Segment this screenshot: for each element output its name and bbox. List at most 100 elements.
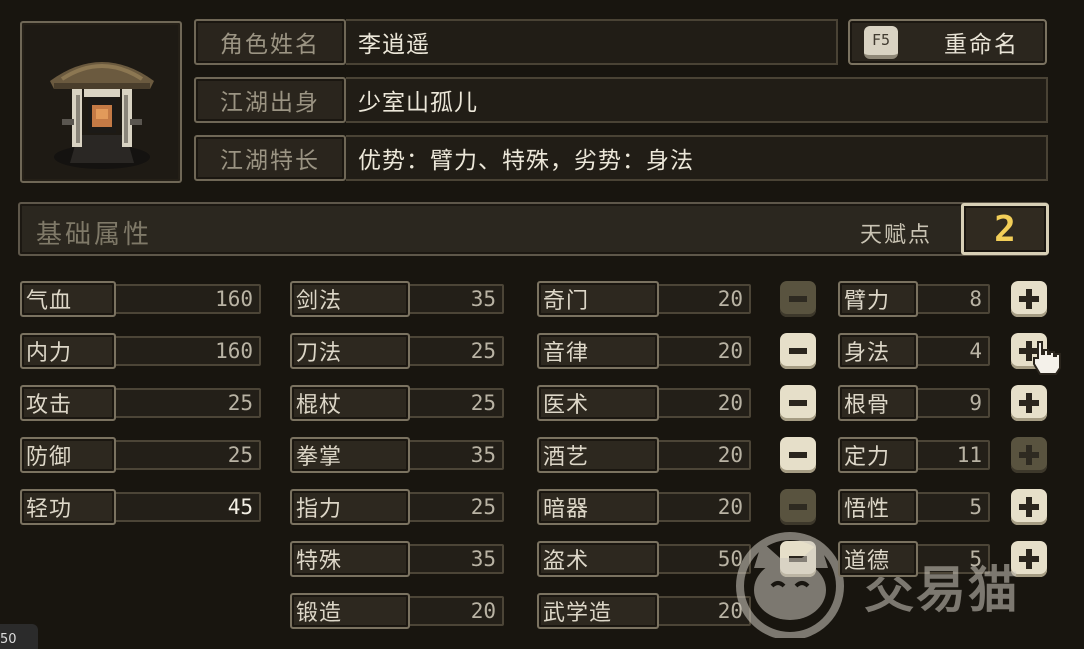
plus-icon [1019,289,1039,309]
stat-row: 盗术 50 [537,541,751,577]
stat-label: 锻造 [290,593,410,629]
decrease-talent-button[interactable] [780,333,816,369]
stat-value: 25 [112,388,261,418]
stat-label: 奇门 [537,281,659,317]
stat-value: 25 [406,388,504,418]
minus-icon [789,400,807,406]
stat-label: 医术 [537,385,659,421]
increase-talent-button[interactable] [1011,281,1047,317]
stat-value: 20 [655,440,751,470]
hand-cursor-icon [1033,341,1061,375]
minus-icon [789,296,807,302]
stat-value: 35 [406,284,504,314]
stat-value: 50 [655,544,751,574]
stat-value: 160 [112,284,261,314]
plus-icon [1019,497,1039,517]
stat-value: 20 [406,596,504,626]
talent-row: 身法 4 [838,333,990,369]
rename-button[interactable]: F5 重命名 [848,19,1047,65]
minus-icon [789,504,807,510]
decrease-talent-button[interactable] [780,541,816,577]
talent-label: 道德 [838,541,918,577]
minus-icon [789,348,807,354]
talent-value: 4 [914,336,990,366]
stat-label: 剑法 [290,281,410,317]
stat-label: 暗器 [537,489,659,525]
stat-label: 刀法 [290,333,410,369]
stat-row: 医术 20 [537,385,751,421]
decrease-talent-button[interactable] [780,437,816,473]
increase-talent-button[interactable] [1011,489,1047,525]
name-field[interactable]: 李逍遥 [346,19,838,65]
talent-value: 5 [914,492,990,522]
plus-icon [1019,445,1039,465]
stat-row: 刀法 25 [290,333,504,369]
stat-value: 20 [655,492,751,522]
stat-label: 音律 [537,333,659,369]
talent-row: 悟性 5 [838,489,990,525]
stat-row: 锻造 20 [290,593,504,629]
stat-value: 20 [655,388,751,418]
origin-label: 江湖出身 [194,77,346,123]
stat-value: 25 [406,336,504,366]
minus-icon [789,556,807,562]
talent-value: 11 [914,440,990,470]
talent-label: 臂力 [838,281,918,317]
stat-value: 20 [655,284,751,314]
straw-hat-swordsman-portrait-icon [50,62,154,169]
stat-label: 武学造 [537,593,659,629]
stat-label: 拳掌 [290,437,410,473]
stat-row: 防御 25 [20,437,261,473]
stat-row: 轻功 45 [20,489,261,525]
talent-value: 9 [914,388,990,418]
character-portrait-frame [20,21,182,183]
stat-value: 35 [406,544,504,574]
stat-row: 气血 160 [20,281,261,317]
stat-row: 攻击 25 [20,385,261,421]
increase-talent-button[interactable] [1011,541,1047,577]
traits-label: 江湖特长 [194,135,346,181]
stat-row: 武学造 20 [537,593,751,629]
name-label: 角色姓名 [194,19,346,65]
rename-label: 重命名 [944,32,1019,58]
stat-row: 棍杖 25 [290,385,504,421]
stat-value: 45 [112,492,261,522]
stat-row: 奇门 20 [537,281,751,317]
plus-icon [1019,393,1039,413]
base-attributes-header: 基础属性 天赋点 [18,202,1048,256]
decrease-talent-button[interactable] [780,489,816,525]
talent-value: 8 [914,284,990,314]
stat-row: 指力 25 [290,489,504,525]
stat-label: 气血 [20,281,116,317]
talent-row: 道德 5 [838,541,990,577]
stat-label: 攻击 [20,385,116,421]
stat-label: 内力 [20,333,116,369]
stat-value: 25 [112,440,261,470]
stat-row: 暗器 20 [537,489,751,525]
increase-talent-button[interactable] [1011,437,1047,473]
talent-label: 身法 [838,333,918,369]
increase-talent-button[interactable] [1011,385,1047,421]
talent-row: 根骨 9 [838,385,990,421]
talent-points-value: 2 [961,203,1049,255]
talent-points-label: 天赋点 [860,223,933,248]
stat-row: 酒艺 20 [537,437,751,473]
stat-row: 内力 160 [20,333,261,369]
stat-label: 轻功 [20,489,116,525]
talent-label: 悟性 [838,489,918,525]
stat-value: 20 [655,336,751,366]
stat-value: 25 [406,492,504,522]
stat-row: 剑法 35 [290,281,504,317]
stat-label: 酒艺 [537,437,659,473]
decrease-talent-button[interactable] [780,281,816,317]
stat-row: 拳掌 35 [290,437,504,473]
talent-value: 5 [914,544,990,574]
stat-label: 盗术 [537,541,659,577]
stat-value: 20 [655,596,751,626]
corner-tag: 50 [0,624,38,649]
traits-value: 优势：臂力、特殊，劣势：身法 [346,135,1048,181]
stat-label: 特殊 [290,541,410,577]
minus-icon [789,452,807,458]
f5-key-icon: F5 [864,25,898,59]
decrease-talent-button[interactable] [780,385,816,421]
